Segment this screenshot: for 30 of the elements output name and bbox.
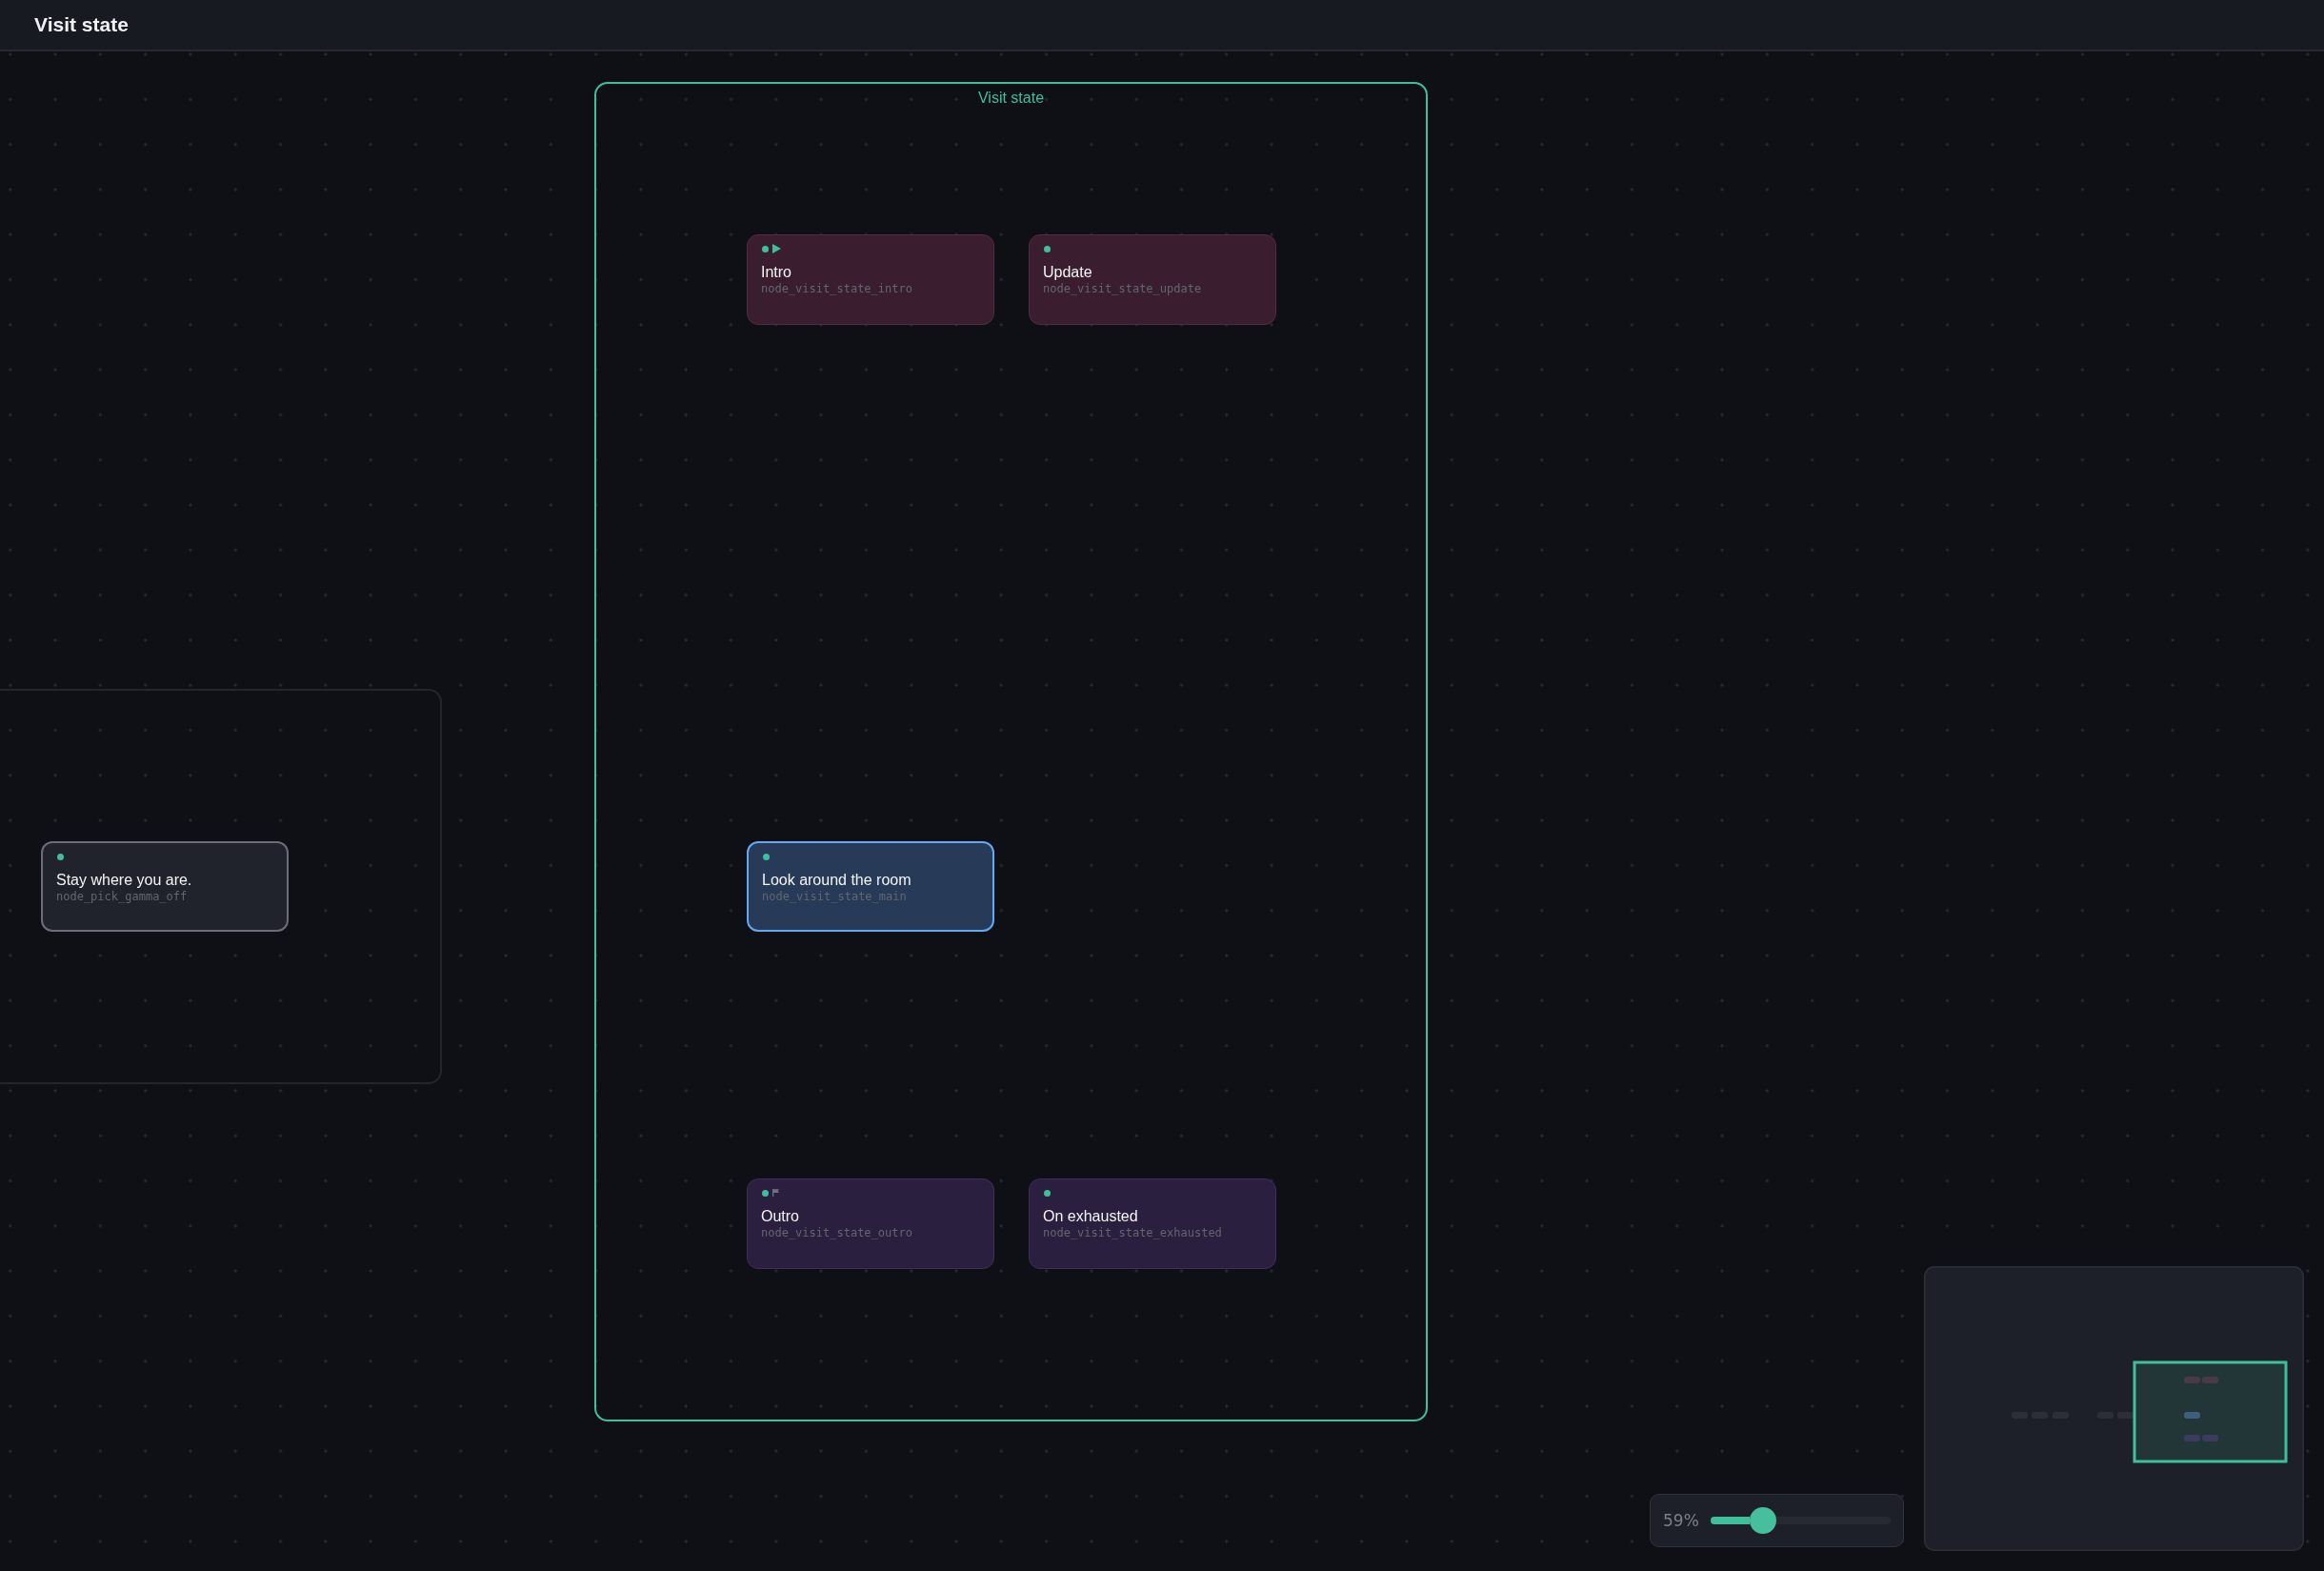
node-id: node_visit_state_main bbox=[762, 889, 907, 904]
status-dot-icon bbox=[762, 245, 769, 252]
node-id: node_pick_gamma_off bbox=[56, 889, 188, 904]
node-title: Intro bbox=[761, 263, 791, 281]
node-id: node_visit_state_outro bbox=[761, 1225, 912, 1240]
flow-node[interactable]: Stay where you are. node_pick_gamma_off bbox=[41, 841, 289, 932]
node-id: node_visit_state_intro bbox=[761, 281, 912, 296]
group-title: Visit state bbox=[977, 90, 1045, 106]
node-title: Stay where you are. bbox=[56, 871, 192, 889]
flow-node[interactable]: On exhausted node_visit_state_exhausted bbox=[1029, 1178, 1276, 1269]
node-group[interactable]: Visit state Intro node_visit_state_intro Update node_visit_state_update Look around the room node_visit_state_main Outro node_visit_state_outro On exhausted node_visit_state_exhausted bbox=[594, 82, 1428, 1421]
node-title: Look around the room bbox=[762, 871, 912, 889]
node-id: node_visit_state_exhausted bbox=[1043, 1225, 1222, 1240]
flow-node[interactable]: Outro node_visit_state_outro bbox=[747, 1178, 994, 1269]
slider-handle[interactable] bbox=[1750, 1507, 1777, 1534]
status-dot-icon bbox=[57, 853, 64, 860]
flow-node[interactable]: Look around the room node_visit_state_main bbox=[747, 841, 994, 932]
status-dot-icon bbox=[763, 853, 770, 860]
flow-node[interactable]: Update node_visit_state_update bbox=[1029, 234, 1276, 325]
node-title: Update bbox=[1043, 263, 1092, 281]
node-title: Outro bbox=[761, 1207, 799, 1225]
node-group[interactable]: Stay where you are. node_pick_gamma_off bbox=[0, 689, 442, 1084]
node-id: node_visit_state_update bbox=[1043, 281, 1202, 296]
status-dot-icon bbox=[762, 1189, 769, 1197]
flow-node[interactable]: Intro node_visit_state_intro bbox=[747, 234, 994, 325]
status-dot-icon bbox=[1044, 245, 1051, 252]
page-title: Visit state bbox=[34, 13, 129, 36]
status-dot-icon bbox=[1044, 1189, 1051, 1197]
zoom-reading: 59% bbox=[1663, 1511, 1699, 1530]
node-title: On exhausted bbox=[1043, 1207, 1138, 1225]
